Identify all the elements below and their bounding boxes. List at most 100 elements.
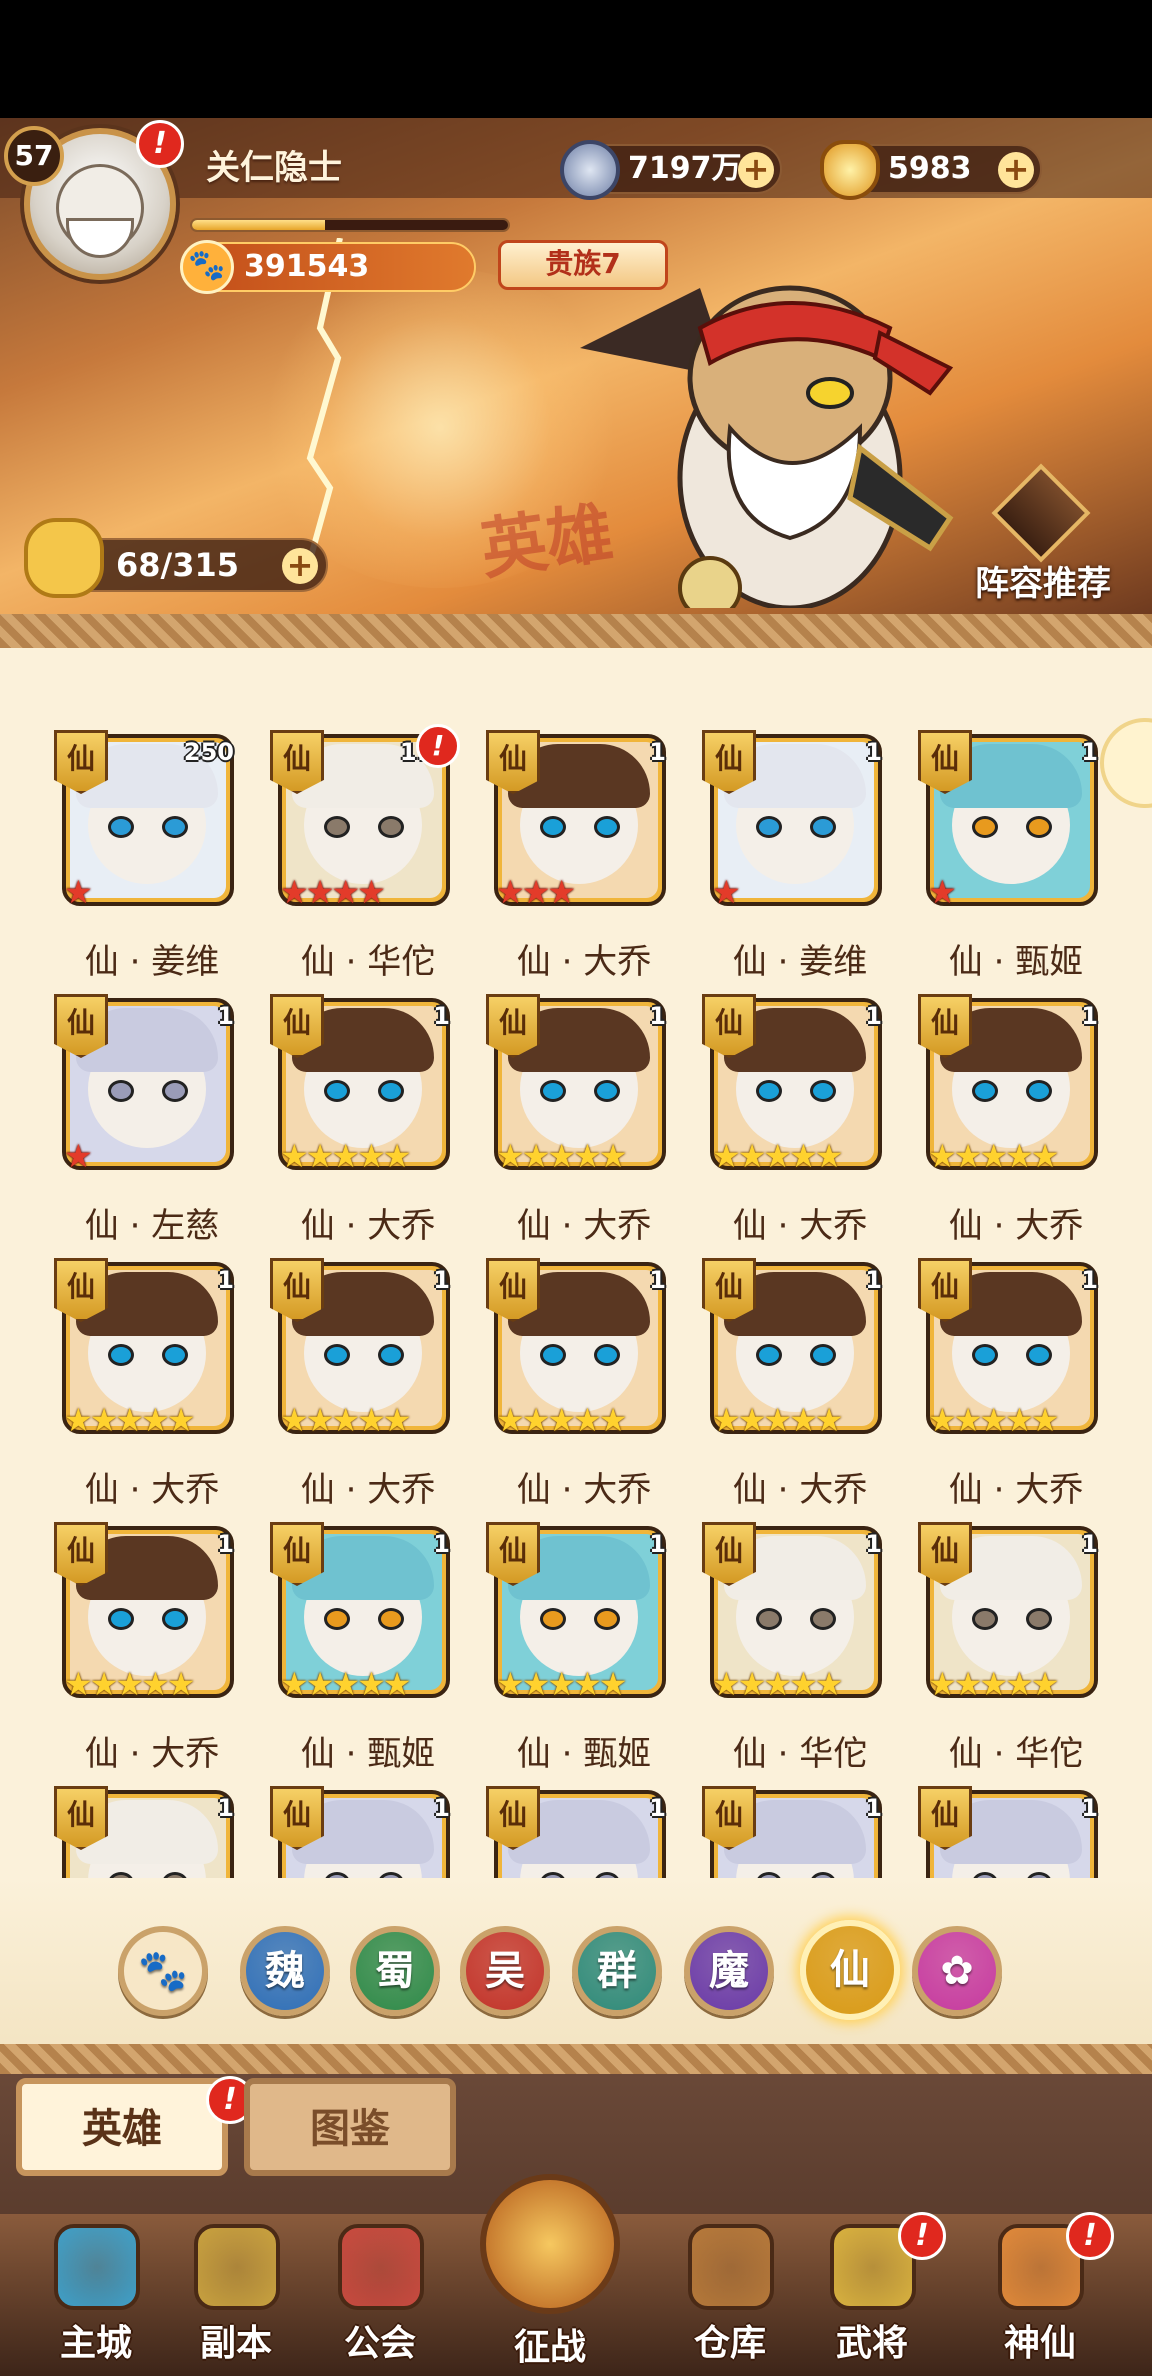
tab-codex[interactable]: 图鉴 [244,2078,456,2176]
portrait-eye [378,1608,404,1630]
portrait-eye [108,816,134,838]
hero-card[interactable]: 仙 250 ★ 仙 · 姜维 [54,730,270,996]
hero-level: 250 [183,738,234,766]
nav-tabby-cat[interactable]: 神仙! [970,2212,1114,2376]
hero-grid[interactable]: 仙250★仙 · 姜维仙110★★★★仙 · 华佗!仙1★★★仙 · 大乔仙1★… [0,678,1152,1890]
add-copper-button[interactable]: + [738,152,774,188]
hero-card[interactable]: 仙 1 ★★★★★ 仙 · 大乔 [270,1258,486,1524]
add-gold-button[interactable]: + [998,152,1034,188]
hero-card[interactable]: 仙 1 ★★★★★ 仙 · 甄姬 [270,1522,486,1788]
hero-card[interactable]: 仙 1 ★ 仙 · 左慈 [54,994,270,1260]
hero-card[interactable]: 仙 1 ★★★★★ 仙 · 大乔 [486,994,702,1260]
hero-name: 仙 · 华佗 [732,1734,868,1774]
portrait-eye [162,1608,188,1630]
portrait-eye [162,816,188,838]
star-rating: ★★★★★ [712,1137,843,1175]
nav-label: 仓库 [693,2323,766,2364]
portrait-eye [324,1608,350,1630]
hero-name: 仙 · 大乔 [732,1470,868,1510]
hero-card[interactable]: 仙110★★★★仙 · 华佗! [270,724,486,996]
portrait-eye [810,1080,836,1102]
avatar-alert-icon: ! [136,120,184,168]
hero-card[interactable]: 仙 1 ★★★★★ 仙 · 华佗 [702,1522,918,1788]
lineup-recommend-label: 阵容推荐 [975,564,1111,604]
portrait-eye [972,1080,998,1102]
faction-filter-wu-faction-icon[interactable]: 吴 [460,1926,550,2016]
hero-name: 仙 · 大乔 [516,942,652,982]
portrait-eye [540,1608,566,1630]
portrait-eye [594,1608,620,1630]
hero-level: 1 [649,738,666,766]
portrait-eye [540,1344,566,1366]
portrait-eye [540,816,566,838]
gold-ingot-pill: 5983 + [820,140,1042,200]
hero-card[interactable]: 仙1 [486,1786,702,1890]
star-rating: ★★★★★ [712,1401,843,1439]
hero-level: 1 [217,1794,234,1822]
nav-label: 主城 [59,2323,132,2364]
level-progress-bar [190,218,510,232]
nav-label: 神仙 [1003,2323,1076,2364]
faction-filter-xian-faction-icon[interactable]: 仙 [800,1920,900,2020]
hero-name: 仙 · 甄姬 [948,942,1084,982]
hero-card[interactable]: 仙 1 ★★★ 仙 · 大乔 [486,730,702,996]
hero-card[interactable]: 仙1 [54,1786,270,1890]
hero-card[interactable]: 仙 1 ★★★★★ 仙 · 大乔 [54,1258,270,1524]
hero-card[interactable]: 仙 1 ★★★★★ 仙 · 大乔 [918,1258,1134,1524]
faction-filter-qun-faction-icon[interactable]: 群 [572,1926,662,2016]
hero-card[interactable]: 仙1 [270,1786,486,1890]
nav-castle[interactable]: 主城 [26,2218,166,2376]
portrait-eye [810,816,836,838]
hero-card[interactable]: 仙 1 ★★★★★ 仙 · 华佗 [918,1522,1134,1788]
faction-filter-paw-icon[interactable]: 🐾 [118,1926,208,2016]
hero-card[interactable]: 仙 1 ★ 仙 · 姜维 [702,730,918,996]
player-name: 关仁隐士 [206,148,342,188]
portrait-eye [1026,816,1052,838]
hero-name: 仙 · 大乔 [516,1206,652,1246]
hero-name: 仙 · 甄姬 [516,1734,652,1774]
hero-card[interactable]: 仙 1 ★★★★★ 仙 · 大乔 [270,994,486,1260]
hero-name: 仙 · 华佗 [948,1734,1084,1774]
star-rating: ★★★★★ [280,1401,411,1439]
add-stamina-button[interactable]: + [282,548,318,584]
portrait-eye [378,1080,404,1102]
hero-card[interactable]: 仙1 [918,1786,1134,1890]
hero-card[interactable]: 仙 1 ★★★★★ 仙 · 大乔 [486,1258,702,1524]
hero-card[interactable]: 仙 1 ★★★★★ 仙 · 大乔 [54,1522,270,1788]
hero-card[interactable]: 仙 1 ★★★★★ 仙 · 大乔 [702,1258,918,1524]
lineup-recommend-button[interactable]: 阵容推荐 [948,463,1138,608]
faction-filter-shu-faction-icon[interactable]: 蜀 [350,1926,440,2016]
nav-bag[interactable]: 仓库 [660,2218,800,2376]
faction-filter-wei-faction-icon[interactable]: 魏 [240,1926,330,2016]
hero-card[interactable]: 仙1 [702,1786,918,1890]
nav-hero-cat[interactable]: 武将! [802,2212,946,2376]
star-rating: ★★★★★ [496,1401,627,1439]
portrait-eye [756,816,782,838]
card-deck-icon [991,463,1091,563]
star-rating: ★★★★★ [496,1137,627,1175]
hero-level: 1 [217,1002,234,1030]
hero-card[interactable]: 仙 1 ★★★★★ 仙 · 大乔 [918,994,1134,1260]
hero-card[interactable]: 仙 1 ★★★★★ 仙 · 大乔 [702,994,918,1260]
paw-icon: 🐾 [180,240,234,294]
portrait-eye [810,1344,836,1366]
star-rating: ★★★★★ [64,1401,195,1439]
nav-banner-flag[interactable]: 公会 [310,2218,450,2376]
hero-name: 仙 · 大乔 [732,1206,868,1246]
hero-name: 仙 · 大乔 [84,1734,220,1774]
portrait-eye [972,1344,998,1366]
portrait-eye [162,1080,188,1102]
avatar-beard [66,218,134,258]
hero-card[interactable]: 仙 1 ★★★★★ 仙 · 甄姬 [486,1522,702,1788]
star-rating: ★★★★★ [496,1665,627,1703]
faction-filter-special-faction-icon[interactable]: ✿ [912,1926,1002,2016]
nav-sword[interactable]: 副本 [166,2218,306,2376]
star-rating: ★ [712,873,741,911]
hero-level: 1 [1081,1794,1098,1822]
hero-level: 1 [865,1266,882,1294]
faction-filter-mo-faction-icon[interactable]: 魔 [684,1926,774,2016]
tab-heroes[interactable]: 英雄 [16,2078,228,2176]
hero-level: 1 [865,1530,882,1558]
nav-battle[interactable]: 征战 [450,2174,650,2368]
hero-name: 仙 · 大乔 [948,1206,1084,1246]
